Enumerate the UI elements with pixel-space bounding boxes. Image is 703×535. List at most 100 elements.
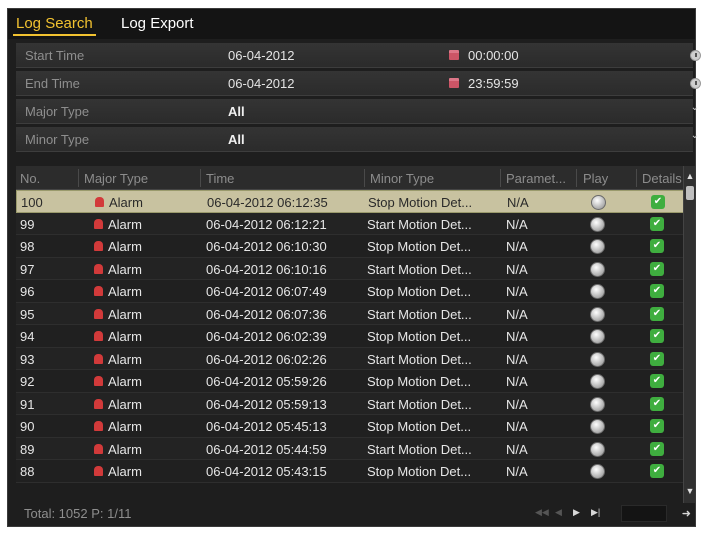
cell-parameter: N/A <box>506 261 528 277</box>
alarm-icon <box>94 443 103 454</box>
go-page-icon[interactable]: ➜ <box>682 507 691 520</box>
play-icon[interactable] <box>590 284 605 299</box>
table-row[interactable]: 89 Alarm 06-04-2012 05:44:59 Start Motion D… <box>16 437 693 460</box>
clock-icon[interactable] <box>690 78 701 89</box>
scroll-up-icon[interactable]: ▲ <box>685 170 695 182</box>
cell-major-type: Alarm <box>108 216 142 232</box>
col-parameter[interactable]: Paramet... <box>506 171 572 186</box>
col-play[interactable]: Play <box>583 171 608 186</box>
prev-page-icon[interactable]: ◀ <box>555 507 562 518</box>
col-details[interactable]: Details <box>642 171 682 186</box>
start-date-field[interactable]: 06-04-2012 <box>228 48 295 63</box>
check-icon[interactable]: ✔ <box>650 464 664 478</box>
play-icon[interactable] <box>590 216 605 232</box>
last-page-icon[interactable]: ▶| <box>591 507 600 518</box>
play-icon[interactable] <box>590 306 605 322</box>
col-minor-type[interactable]: Minor Type <box>370 171 434 186</box>
page-number-input[interactable] <box>621 505 667 522</box>
cell-parameter: N/A <box>506 216 528 232</box>
play-icon[interactable] <box>590 239 605 254</box>
table-row[interactable]: 99 Alarm 06-04-2012 06:12:21 Start Motion D… <box>16 212 693 235</box>
play-icon[interactable] <box>590 374 605 389</box>
play-icon[interactable] <box>590 351 605 367</box>
play-icon[interactable] <box>590 261 605 277</box>
check-icon[interactable]: ✔ <box>650 284 664 298</box>
table-row[interactable]: 95 Alarm 06-04-2012 06:07:36 Start Motion D… <box>16 302 693 325</box>
cell-parameter: N/A <box>507 195 529 210</box>
column-divider <box>636 169 637 187</box>
table-row[interactable]: 93 Alarm 06-04-2012 06:02:26 Start Motion D… <box>16 347 693 370</box>
table-row[interactable]: 91 Alarm 06-04-2012 05:59:13 Start Motion D… <box>16 392 693 415</box>
search-filters: Start Time 06-04-2012 00:00:00 End Time … <box>16 43 701 155</box>
check-icon[interactable]: ✔ <box>650 441 664 456</box>
major-type-row[interactable]: Major Type All ⌄ <box>16 99 699 124</box>
cell-no: 95 <box>20 306 35 322</box>
play-icon[interactable] <box>590 419 605 434</box>
table-row[interactable]: 98 Alarm 06-04-2012 06:10:30 Stop Motion De… <box>16 235 693 258</box>
cell-major-type: Alarm <box>108 261 142 277</box>
scroll-thumb[interactable] <box>686 186 694 200</box>
tab-log-search[interactable]: Log Search <box>13 15 96 36</box>
table-row[interactable]: 92 Alarm 06-04-2012 05:59:26 Stop Motion De… <box>16 370 693 393</box>
check-icon[interactable]: ✔ <box>650 239 664 253</box>
cell-minor-type: Start Motion Det... <box>367 441 472 457</box>
table-footer: Total: 1052 P: 1/11 ◀◀ ◀ ▶ ▶| ➜ <box>16 503 693 525</box>
table-row[interactable]: 90 Alarm 06-04-2012 05:45:13 Stop Motion De… <box>16 415 693 438</box>
end-time-field[interactable]: 23:59:59 <box>468 76 519 91</box>
check-icon[interactable]: ✔ <box>650 216 664 231</box>
end-time-row: End Time 06-04-2012 23:59:59 <box>16 71 701 96</box>
col-time[interactable]: Time <box>206 171 234 186</box>
table-body: 100 Alarm 06-04-2012 06:12:35 Stop Motion D… <box>16 190 693 483</box>
scrollbar[interactable]: ▲ ▼ <box>683 166 695 503</box>
end-date-field[interactable]: 06-04-2012 <box>228 76 295 91</box>
table-row[interactable]: 97 Alarm 06-04-2012 06:10:16 Start Motion D… <box>16 257 693 280</box>
col-no[interactable]: No. <box>20 171 40 186</box>
major-type-select[interactable]: All <box>228 104 245 119</box>
check-icon[interactable]: ✔ <box>651 195 665 209</box>
cell-time: 06-04-2012 06:12:35 <box>207 195 328 210</box>
alarm-icon <box>94 263 103 274</box>
play-icon[interactable] <box>590 464 605 479</box>
table-row[interactable]: 100 Alarm 06-04-2012 06:12:35 Stop Motion D… <box>16 190 693 213</box>
play-icon[interactable] <box>590 441 605 457</box>
tab-log-export[interactable]: Log Export <box>121 15 194 32</box>
alarm-icon <box>94 241 103 251</box>
col-major-type[interactable]: Major Type <box>84 171 148 186</box>
calendar-icon[interactable] <box>449 78 459 88</box>
cell-time: 06-04-2012 05:59:26 <box>206 374 327 389</box>
alarm-icon <box>94 376 103 386</box>
cell-minor-type: Start Motion Det... <box>367 306 472 322</box>
cell-parameter: N/A <box>506 351 528 367</box>
chevron-down-icon[interactable]: ⌄ <box>691 102 699 113</box>
minor-type-row[interactable]: Minor Type All ⌄ <box>16 127 699 152</box>
table-row[interactable]: 88 Alarm 06-04-2012 05:43:15 Stop Motion De… <box>16 460 693 483</box>
cell-no: 89 <box>20 441 35 457</box>
cell-no: 97 <box>20 261 35 277</box>
check-icon[interactable]: ✔ <box>650 419 664 433</box>
check-icon[interactable]: ✔ <box>650 351 664 366</box>
calendar-icon[interactable] <box>449 50 459 60</box>
scroll-down-icon[interactable]: ▼ <box>685 485 695 497</box>
table-row[interactable]: 94 Alarm 06-04-2012 06:02:39 Stop Motion De… <box>16 325 693 348</box>
chevron-down-icon[interactable]: ⌄ <box>691 130 699 141</box>
first-page-icon[interactable]: ◀◀ <box>535 507 549 518</box>
check-icon[interactable]: ✔ <box>650 374 664 388</box>
check-icon[interactable]: ✔ <box>650 261 664 276</box>
start-time-field[interactable]: 00:00:00 <box>468 48 519 63</box>
check-icon[interactable]: ✔ <box>650 329 664 343</box>
column-divider <box>364 169 365 187</box>
play-icon[interactable] <box>590 329 605 344</box>
play-icon[interactable] <box>590 396 605 412</box>
next-page-icon[interactable]: ▶ <box>573 507 580 518</box>
check-icon[interactable]: ✔ <box>650 306 664 321</box>
cell-parameter: N/A <box>506 396 528 412</box>
clock-icon[interactable] <box>690 50 701 61</box>
alarm-icon <box>94 218 103 229</box>
cell-parameter: N/A <box>506 374 528 389</box>
cell-parameter: N/A <box>506 419 528 434</box>
check-icon[interactable]: ✔ <box>650 396 664 411</box>
minor-type-select[interactable]: All <box>228 132 245 147</box>
cell-parameter: N/A <box>506 329 528 344</box>
table-row[interactable]: 96 Alarm 06-04-2012 06:07:49 Stop Motion De… <box>16 280 693 303</box>
play-icon[interactable] <box>591 195 606 210</box>
